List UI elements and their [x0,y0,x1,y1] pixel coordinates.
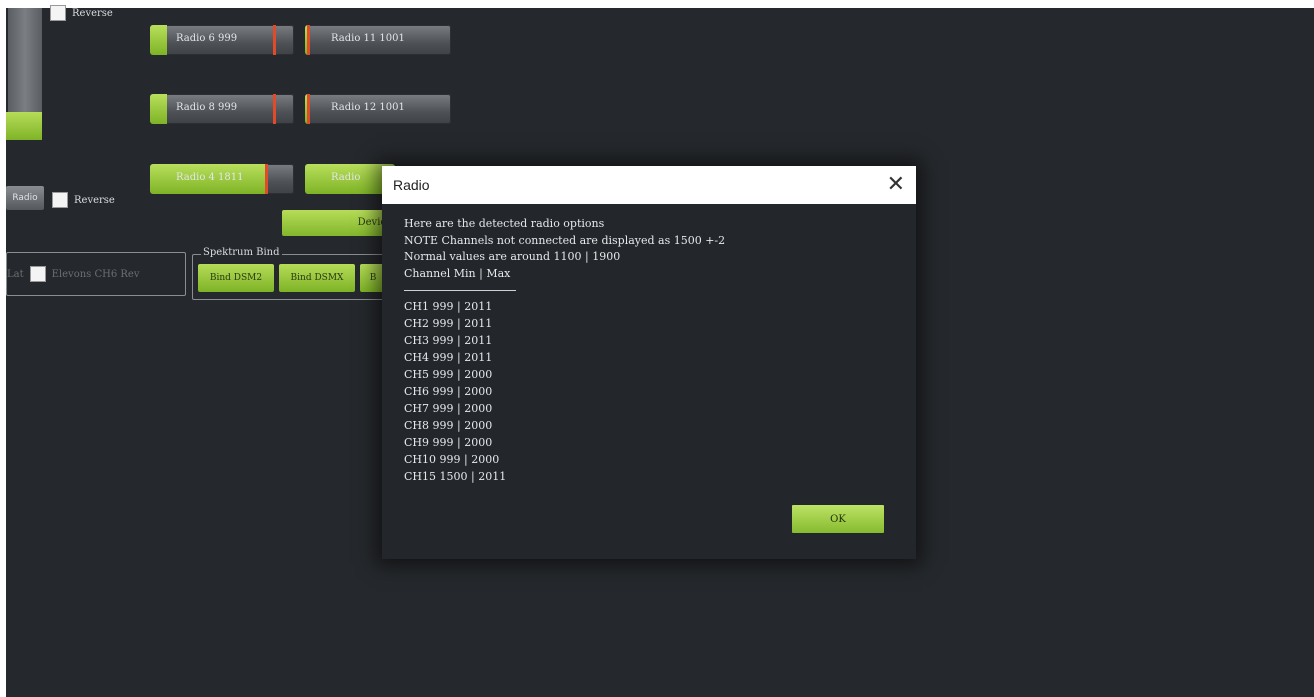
radio-bar-marker [273,25,277,55]
channel-line: CH7 999 | 2000 [404,402,493,415]
radio-bar-label: Radio 12 1001 [331,102,405,113]
radio-bar-label: Radio [331,172,361,183]
separator-line [404,290,516,291]
channel-line: CH6 999 | 2000 [404,385,493,398]
intro-line: Normal values are around 1100 | 1900 [404,250,621,263]
channel-line: CH15 1500 | 2011 [404,470,507,483]
radio-bar-marker [273,94,277,124]
channel-line: CH9 999 | 2000 [404,436,493,449]
radio-bar-label: Radio 11 1001 [331,33,405,44]
reverse-top-checkbox[interactable] [50,5,66,21]
radio-bar-11: Radio 11 1001 [305,25,451,55]
green-side-tab[interactable] [6,112,42,140]
radio-bar-12: Radio 12 1001 [305,94,451,124]
group-prefix-label: Lat [7,268,24,280]
radio-bar-marker [307,25,311,55]
dialog-title: Radio [393,177,430,193]
radio-bar-4: Radio 4 1811 [150,164,294,194]
channel-line: CH1 999 | 2011 [404,300,493,313]
channel-line: CH4 999 | 2011 [404,351,493,364]
dialog-titlebar: Radio ✕ [382,166,916,204]
reverse-top-label: Reverse [72,7,113,19]
bind-dsmx-button[interactable]: Bind DSMX [279,264,355,292]
reverse-top-row[interactable]: Reverse [50,5,113,21]
bind-dsm2-button[interactable]: Bind DSM2 [198,264,274,292]
intro-line: Here are the detected radio options [404,217,605,230]
radio-bar-fill [150,25,168,55]
side-vertical-slider[interactable] [8,8,42,112]
radio-bar-8: Radio 8 999 [150,94,294,124]
intro-line: Channel Min | Max [404,266,511,280]
ok-button[interactable]: OK [792,505,884,533]
elevons-group: Lat Elevons CH6 Rev [6,252,186,296]
reverse-mid-checkbox[interactable] [52,192,68,208]
intro-line: NOTE Channels not connected are displaye… [404,233,726,247]
channel-line: CH3 999 | 2011 [404,334,493,347]
radio-bar-6: Radio 6 999 [150,25,294,55]
channel-line: CH8 999 | 2000 [404,419,493,432]
radio-bar-label: Radio 6 999 [176,33,238,44]
elevons-checkbox[interactable] [29,266,46,282]
reverse-mid-label: Reverse [74,194,115,206]
spektrum-bind-title: Spektrum Bind [201,247,282,258]
device-button[interactable]: Devic [282,210,392,236]
radio-bar-label: Radio 8 999 [176,102,238,113]
radio-bar-fill [150,94,168,124]
reverse-mid-row[interactable]: Reverse [52,192,115,208]
radio-side-button[interactable]: Radio [6,186,44,210]
radio-bar-label: Radio 4 1811 [176,172,244,183]
dialog-message: Here are the detected radio options NOTE… [404,216,725,485]
channel-line: CH5 999 | 2000 [404,368,493,381]
radio-dialog: Radio ✕ Here are the detected radio opti… [382,166,916,559]
close-icon[interactable]: ✕ [887,172,905,197]
radio-bar-marker [307,94,311,124]
channel-line: CH10 999 | 2000 [404,453,500,466]
radio-bar-marker [264,164,268,194]
elevons-label: Elevons CH6 Rev [51,268,140,280]
channel-line: CH2 999 | 2011 [404,317,493,330]
